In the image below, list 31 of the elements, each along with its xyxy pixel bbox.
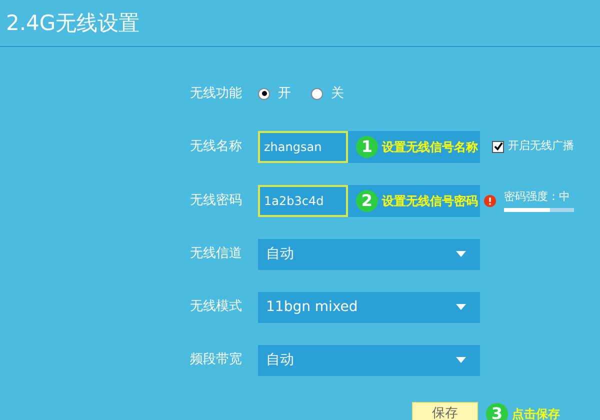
dropdown[interactable]: 11bgn mixed — [258, 292, 480, 322]
dropdown[interactable]: 自动 — [258, 238, 480, 270]
input-field[interactable]: zhangsan — [258, 130, 348, 162]
radio-button[interactable] — [258, 88, 270, 100]
field-label: 无线信道 — [190, 245, 243, 264]
dropdown[interactable]: 自动 — [258, 344, 480, 376]
radio-button[interactable] — [311, 88, 323, 100]
caret-icon — [456, 357, 466, 363]
radio-option[interactable]: 开 — [258, 84, 291, 104]
step-number-badge: 1 — [356, 136, 378, 158]
field-label: 频段带宽 — [190, 351, 243, 370]
warning-icon — [484, 194, 496, 206]
checkbox-label: 开启无线广播 — [508, 138, 574, 154]
checkbox[interactable] — [492, 140, 504, 152]
page-title: 2.4G无线设置 — [6, 10, 141, 37]
field-label: 无线名称 — [190, 138, 243, 156]
input-field[interactable]: 1a2b3c4d — [258, 184, 348, 216]
radio-option[interactable]: 关 — [311, 84, 344, 104]
step-hint: 点击保存 — [512, 406, 560, 420]
step-number-badge: 2 — [356, 190, 378, 212]
step-hint: 设置无线信号密码 — [382, 192, 478, 210]
field-label: 无线功能 — [190, 84, 243, 103]
save-button[interactable]: 保存 — [412, 402, 478, 420]
caret-icon — [456, 251, 466, 257]
field-label: 无线密码 — [190, 192, 243, 210]
step-hint: 设置无线信号名称 — [382, 138, 478, 156]
checkmark-icon — [494, 142, 502, 151]
password-strength-label: 密码强度：中 — [504, 189, 571, 206]
field-label: 无线模式 — [190, 298, 243, 316]
caret-icon — [456, 304, 466, 310]
step-number-badge: 3 — [486, 402, 508, 420]
